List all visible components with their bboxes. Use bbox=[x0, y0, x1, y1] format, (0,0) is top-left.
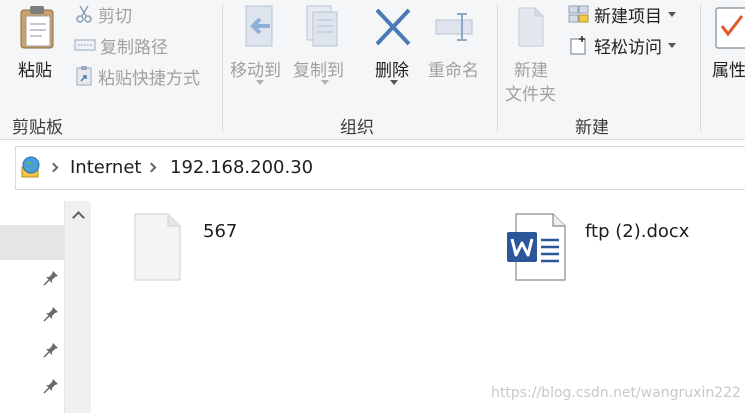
rename-button[interactable]: 重命名 bbox=[424, 2, 486, 84]
paste-label: 粘贴 bbox=[18, 61, 52, 81]
move-to-icon bbox=[245, 5, 273, 47]
new-item-icon bbox=[568, 5, 589, 23]
delete-label: 删除 bbox=[375, 61, 409, 81]
copy-to-button[interactable]: 复制到 bbox=[291, 2, 351, 85]
delete-x-icon bbox=[375, 8, 411, 46]
cut-button[interactable]: 剪切 bbox=[74, 1, 132, 27]
rename-icon bbox=[435, 13, 473, 41]
copy-to-icon bbox=[306, 5, 338, 47]
breadcrumb-chevron-icon[interactable] bbox=[146, 162, 157, 173]
address-bar[interactable]: Internet 192.168.200.30 bbox=[15, 146, 745, 190]
breadcrumb-internet[interactable]: Internet bbox=[70, 157, 141, 178]
properties-button[interactable]: 属性 bbox=[708, 2, 745, 84]
file-name: ftp (2).docx bbox=[585, 221, 690, 242]
ribbon: 粘贴 剪切 复制路径 粘贴快捷方式 剪贴板 移动到 复制到 删除 重命名 组织 … bbox=[0, 0, 745, 140]
breadcrumb-host[interactable]: 192.168.200.30 bbox=[170, 157, 313, 178]
nav-selected-item[interactable] bbox=[0, 225, 64, 260]
network-globe-icon bbox=[21, 156, 40, 178]
watermark-text: https://blog.csdn.net/wangruxin222 bbox=[491, 385, 741, 401]
chevron-down-icon bbox=[390, 80, 398, 85]
ribbon-separator bbox=[222, 4, 223, 132]
pin-icon[interactable] bbox=[42, 377, 60, 395]
chevron-down-icon bbox=[321, 80, 329, 85]
scroll-up-arrow-icon[interactable] bbox=[65, 203, 92, 227]
copy-to-label: 复制到 bbox=[293, 61, 344, 81]
pin-icon[interactable] bbox=[42, 305, 60, 323]
new-folder-label-line2: 文件夹 bbox=[505, 85, 556, 105]
nav-scrollbar[interactable] bbox=[64, 201, 91, 413]
clipboard-icon bbox=[20, 6, 54, 49]
new-item-button[interactable]: 新建项目 bbox=[568, 1, 676, 27]
new-group-label: 新建 bbox=[575, 118, 609, 138]
new-folder-label-line1: 新建 bbox=[514, 61, 548, 81]
new-item-label: 新建项目 bbox=[594, 6, 662, 27]
properties-icon bbox=[715, 7, 745, 49]
paste-shortcut-label: 粘贴快捷方式 bbox=[98, 68, 200, 89]
paste-shortcut-icon bbox=[76, 66, 92, 86]
copy-path-button[interactable]: 复制路径 bbox=[74, 32, 168, 58]
new-folder-button[interactable]: 新建 文件夹 bbox=[503, 2, 561, 105]
cut-label: 剪切 bbox=[98, 6, 132, 27]
word-document-icon bbox=[507, 213, 566, 281]
rename-label: 重命名 bbox=[428, 61, 479, 81]
paste-shortcut-button[interactable]: 粘贴快捷方式 bbox=[74, 63, 200, 89]
new-folder-icon bbox=[518, 7, 544, 47]
pin-icon[interactable] bbox=[42, 269, 60, 287]
properties-label: 属性 bbox=[712, 61, 745, 81]
organize-group-label: 组织 bbox=[340, 118, 374, 138]
move-to-button[interactable]: 移动到 bbox=[228, 2, 288, 85]
chevron-down-icon bbox=[668, 42, 676, 48]
file-item[interactable]: ftp (2).docx bbox=[505, 210, 695, 282]
easy-access-label: 轻松访问 bbox=[594, 37, 662, 58]
move-to-label: 移动到 bbox=[230, 61, 281, 81]
blank-file-icon bbox=[134, 213, 181, 281]
clipboard-group-label: 剪贴板 bbox=[12, 118, 63, 138]
easy-access-icon bbox=[570, 36, 586, 55]
navigation-pane bbox=[0, 201, 91, 413]
easy-access-button[interactable]: 轻松访问 bbox=[568, 32, 676, 58]
chevron-down-icon bbox=[668, 11, 676, 17]
file-name: 567 bbox=[203, 221, 238, 242]
pin-icon[interactable] bbox=[42, 341, 60, 359]
copy-path-label: 复制路径 bbox=[100, 37, 168, 58]
copy-path-icon bbox=[74, 39, 96, 51]
file-item[interactable]: 567 bbox=[130, 210, 260, 282]
chevron-down-icon bbox=[256, 80, 264, 85]
ribbon-separator bbox=[497, 4, 498, 132]
ribbon-separator bbox=[700, 4, 701, 132]
breadcrumb-chevron-icon[interactable] bbox=[48, 162, 59, 173]
scissors-icon bbox=[76, 5, 92, 23]
paste-button[interactable]: 粘贴 bbox=[8, 2, 66, 82]
delete-button[interactable]: 删除 bbox=[364, 2, 420, 85]
